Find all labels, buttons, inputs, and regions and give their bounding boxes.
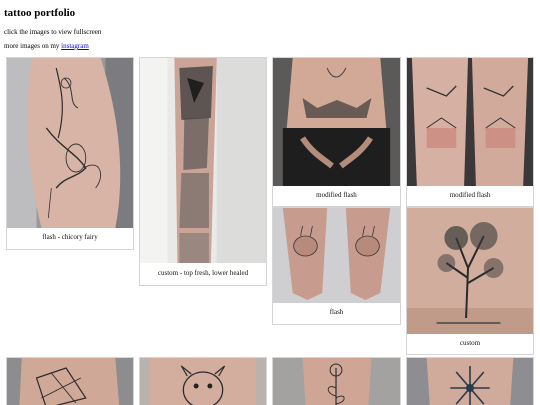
gallery-caption: flash - chicory fairy xyxy=(42,233,98,241)
thighs-bunny-tattoo-photo xyxy=(407,58,533,186)
floral-tattoo-photo xyxy=(273,358,400,405)
gallery-photo[interactable] xyxy=(273,358,400,405)
gallery-photo[interactable] xyxy=(407,358,533,405)
snowflake-tattoo-photo xyxy=(407,358,533,405)
page-title: tattoo portfolio xyxy=(4,7,76,19)
gallery-card[interactable]: flash - chicory fairy xyxy=(6,57,134,250)
gallery-card[interactable] xyxy=(6,357,134,405)
more-images-prefix: more images on my xyxy=(4,42,62,50)
gallery-photo[interactable] xyxy=(273,58,400,186)
geometric-tattoo-photo xyxy=(7,358,133,405)
gallery-card[interactable]: custom - top fresh, lower healed xyxy=(139,57,267,286)
gallery-card[interactable]: modified flash xyxy=(272,57,401,207)
gallery-photo[interactable] xyxy=(7,358,133,405)
hands-bunny-tattoo-photo xyxy=(273,208,400,303)
gallery-photo[interactable] xyxy=(140,58,266,263)
instagram-link[interactable]: instagram xyxy=(61,42,89,50)
gallery-card[interactable]: modified flash xyxy=(406,57,534,207)
gallery-photo[interactable] xyxy=(273,208,400,303)
thigh-fairy-tattoo-photo xyxy=(7,58,133,228)
chest-bunny-tattoo-photo xyxy=(273,58,400,186)
gallery-photo[interactable] xyxy=(7,58,133,228)
gallery-card[interactable] xyxy=(406,357,534,405)
gallery-caption: modified flash xyxy=(316,191,357,199)
gallery-card[interactable] xyxy=(272,357,401,405)
gallery-card[interactable]: custom xyxy=(406,207,534,355)
forearm-sleeve-tattoo-photo xyxy=(140,58,266,263)
back-tree-tattoo-photo xyxy=(407,208,533,334)
gallery-card[interactable] xyxy=(139,357,267,405)
intro-text: click the images to view fullscreen xyxy=(4,28,102,36)
gallery-caption: flash xyxy=(329,308,344,316)
gallery-caption: custom - top fresh, lower healed xyxy=(157,269,249,277)
gallery-caption: custom xyxy=(459,339,481,347)
gallery-photo[interactable] xyxy=(407,208,533,334)
gallery-caption: modified flash xyxy=(449,191,491,199)
gallery-photo[interactable] xyxy=(140,358,266,405)
gallery-card[interactable]: flash xyxy=(272,207,401,325)
gallery-photo[interactable] xyxy=(407,58,533,186)
more-images-text: more images on my instagram xyxy=(4,42,89,50)
dog-portrait-tattoo-photo xyxy=(140,358,266,405)
